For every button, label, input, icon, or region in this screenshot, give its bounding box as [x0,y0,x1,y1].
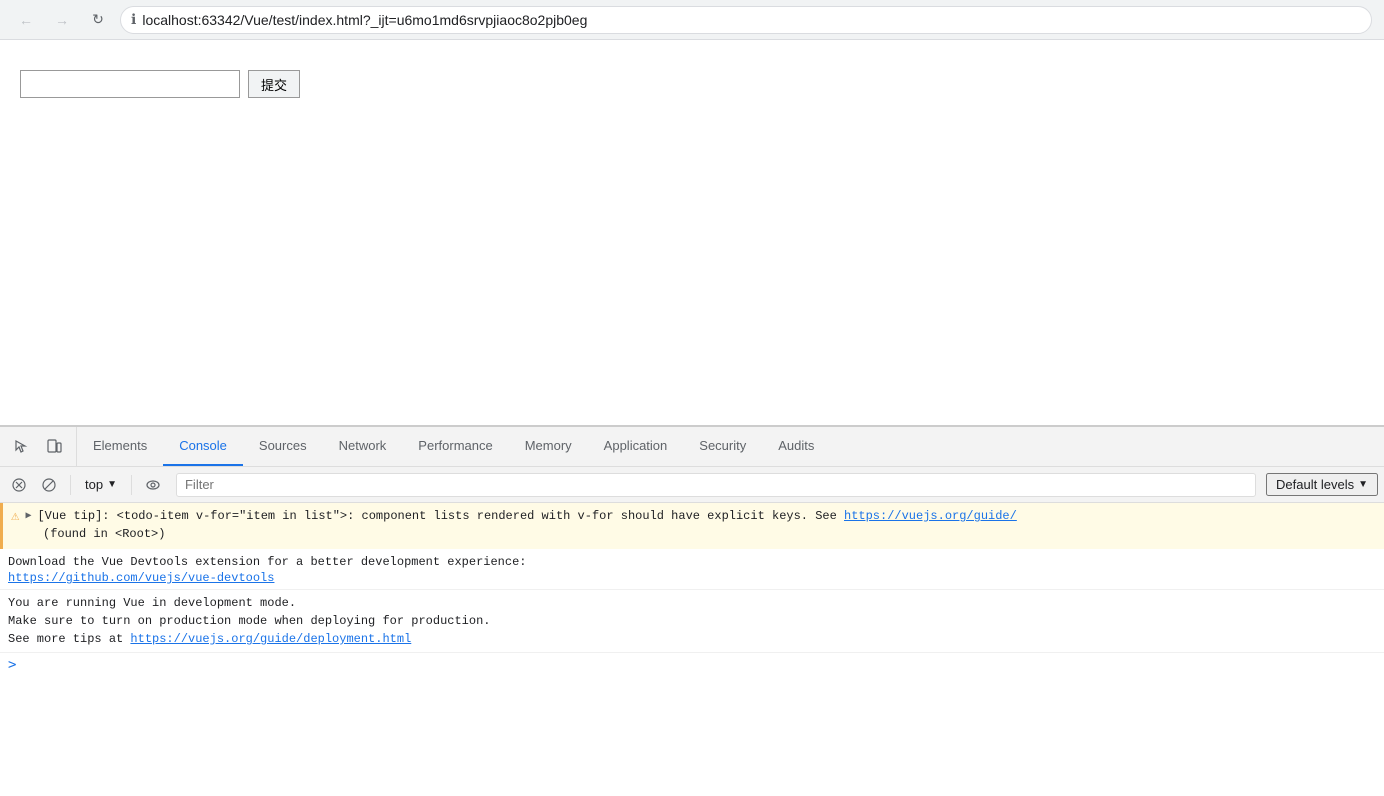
console-toolbar: top ▼ Default levels ▼ [0,467,1384,503]
page-content: 提交 [0,40,1384,426]
page-form: 提交 [20,70,1364,98]
device-toolbar-button[interactable] [40,433,68,461]
browser-toolbar: ← → ↻ ℹ localhost:63342/Vue/test/index.h… [0,0,1384,40]
filter-input[interactable] [176,473,1256,497]
tab-console[interactable]: Console [163,427,243,466]
levels-chevron-icon: ▼ [1358,479,1368,490]
tab-audits[interactable]: Audits [762,427,830,466]
tab-performance[interactable]: Performance [402,427,508,466]
page-input[interactable] [20,70,240,98]
warning-text: [Vue tip]: <todo-item v-for="item in lis… [37,507,1016,525]
vue-guide-link[interactable]: https://vuejs.org/guide/ [844,509,1017,523]
console-output: ⚠ ▶ [Vue tip]: <todo-item v-for="item in… [0,503,1384,796]
inspect-element-button[interactable] [8,433,36,461]
console-plain-message: You are running Vue in development mode.… [0,590,1384,653]
tab-network[interactable]: Network [323,427,403,466]
console-warning-message: ⚠ ▶ [Vue tip]: <todo-item v-for="item in… [0,503,1384,549]
console-info-message: Download the Vue Devtools extension for … [0,549,1384,590]
chevron-down-icon: ▼ [107,479,117,490]
devtools-link[interactable]: https://github.com/vuejs/vue-devtools [8,571,274,585]
clear-console-button[interactable] [6,472,32,498]
forward-button[interactable]: → [48,6,76,34]
separator-1 [70,475,71,495]
info-icon: ℹ [131,11,136,28]
tab-memory[interactable]: Memory [509,427,588,466]
dev-mode-text-3: See more tips at https://vuejs.org/guide… [8,630,1376,648]
separator-2 [131,475,132,495]
tab-application[interactable]: Application [588,427,684,466]
tab-sources[interactable]: Sources [243,427,323,466]
warning-toggle[interactable]: ▶ [25,510,31,522]
submit-button[interactable]: 提交 [248,70,300,98]
devtools-tabs: Elements Console Sources Network Perform… [77,427,1384,466]
address-bar: ℹ localhost:63342/Vue/test/index.html?_i… [120,6,1372,34]
tab-security[interactable]: Security [683,427,762,466]
levels-selector[interactable]: Default levels ▼ [1266,473,1378,496]
warning-subtext: (found in <Root>) [11,525,1376,545]
context-selector[interactable]: top ▼ [79,475,123,494]
devtools-icon-group [0,427,77,466]
reload-button[interactable]: ↻ [84,6,112,34]
console-prompt-icon: > [8,657,16,673]
dev-mode-text-1: You are running Vue in development mode. [8,594,1376,612]
dev-mode-text-2: Make sure to turn on production mode whe… [8,612,1376,630]
devtools-text: Download the Vue Devtools extension for … [8,553,1376,571]
console-cursor-line: > [0,653,1384,677]
eye-icon-button[interactable] [140,472,166,498]
devtools-panel: Elements Console Sources Network Perform… [0,426,1384,796]
block-icon-button[interactable] [36,472,62,498]
tab-elements[interactable]: Elements [77,427,163,466]
devtools-toolbar: Elements Console Sources Network Perform… [0,427,1384,467]
deployment-link[interactable]: https://vuejs.org/guide/deployment.html [130,632,411,646]
warning-icon: ⚠ [11,508,19,525]
back-button[interactable]: ← [12,6,40,34]
url-text: localhost:63342/Vue/test/index.html?_ijt… [142,12,587,28]
